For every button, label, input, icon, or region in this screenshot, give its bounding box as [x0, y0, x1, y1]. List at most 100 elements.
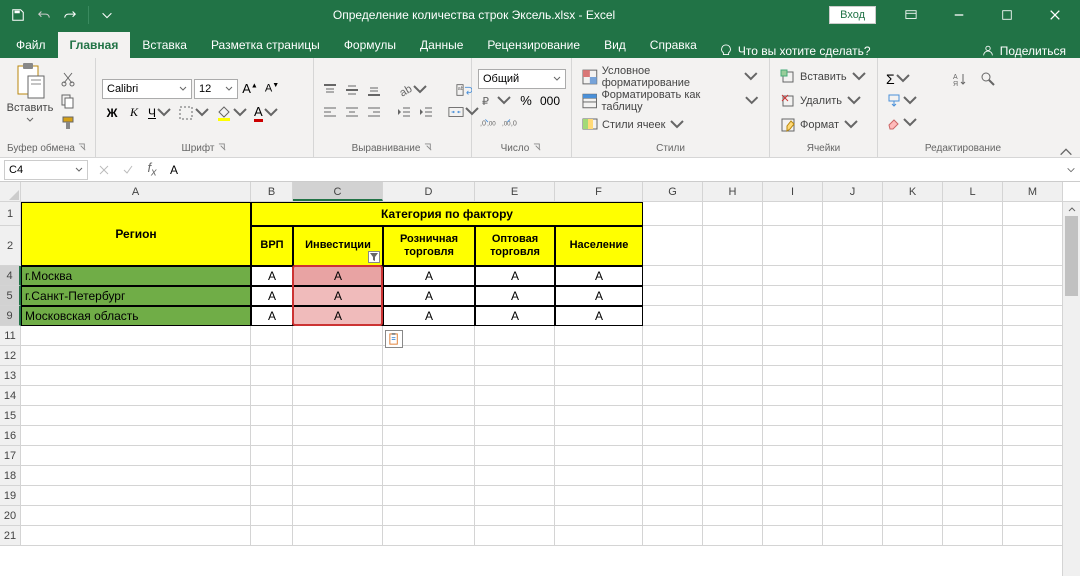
cell-K21[interactable] [883, 526, 943, 546]
col-header-L[interactable]: L [943, 182, 1003, 201]
expand-formula-bar[interactable] [1062, 165, 1080, 175]
cell-J4[interactable] [823, 266, 883, 286]
cell-A11[interactable] [21, 326, 251, 346]
minimize-button[interactable] [936, 0, 982, 30]
delete-cells-button[interactable]: Удалить [776, 90, 871, 112]
cell-M4[interactable] [1003, 266, 1063, 286]
decrease-font-button[interactable]: A▼ [262, 79, 282, 99]
cell-L12[interactable] [943, 346, 1003, 366]
cell-K16[interactable] [883, 426, 943, 446]
cell-H9[interactable] [703, 306, 763, 326]
signin-button[interactable]: Вход [829, 6, 876, 24]
row-header-9[interactable]: 9 [0, 306, 21, 326]
cell-G1[interactable] [643, 202, 703, 226]
cell-M15[interactable] [1003, 406, 1063, 426]
tell-me[interactable]: Что вы хотите сделать? [719, 44, 871, 58]
cell-G16[interactable] [643, 426, 703, 446]
cell-B14[interactable] [251, 386, 293, 406]
row-header-1[interactable]: 1 [0, 202, 21, 226]
decrease-indent-button[interactable] [394, 102, 414, 122]
increase-indent-button[interactable] [416, 102, 436, 122]
cell-K13[interactable] [883, 366, 943, 386]
cell-I1[interactable] [763, 202, 823, 226]
cell-I21[interactable] [763, 526, 823, 546]
cell-C16[interactable] [293, 426, 383, 446]
format-painter-button[interactable] [58, 113, 78, 133]
cell-E11[interactable] [475, 326, 555, 346]
cell-B20[interactable] [251, 506, 293, 526]
cell-I17[interactable] [763, 446, 823, 466]
cell-H21[interactable] [703, 526, 763, 546]
cell-D14[interactable] [383, 386, 475, 406]
copy-button[interactable] [58, 91, 78, 111]
cell-I5[interactable] [763, 286, 823, 306]
cell-F13[interactable] [555, 366, 643, 386]
col-header-I[interactable]: I [763, 182, 823, 201]
cell-H18[interactable] [703, 466, 763, 486]
cell-H5[interactable] [703, 286, 763, 306]
cell-I14[interactable] [763, 386, 823, 406]
cell-F11[interactable] [555, 326, 643, 346]
cell-I16[interactable] [763, 426, 823, 446]
cell-B17[interactable] [251, 446, 293, 466]
cancel-formula-button[interactable] [92, 164, 116, 176]
align-middle-button[interactable] [342, 80, 362, 100]
tab-page-layout[interactable]: Разметка страницы [199, 32, 332, 58]
cell-E13[interactable] [475, 366, 555, 386]
col-header-A[interactable]: A [21, 182, 251, 201]
enter-formula-button[interactable] [116, 164, 140, 176]
cell-A14[interactable] [21, 386, 251, 406]
insert-function-button[interactable]: fx [140, 160, 164, 179]
format-as-table-button[interactable]: Форматировать как таблицу [578, 90, 763, 112]
cell-F5[interactable]: А [555, 286, 643, 306]
cell-G20[interactable] [643, 506, 703, 526]
number-launcher[interactable] [532, 143, 542, 153]
collapse-ribbon-icon[interactable] [1056, 142, 1076, 162]
borders-button[interactable] [176, 103, 212, 123]
cell-F20[interactable] [555, 506, 643, 526]
cell-A18[interactable] [21, 466, 251, 486]
cell-D13[interactable] [383, 366, 475, 386]
col-header-K[interactable]: K [883, 182, 943, 201]
cell-E2[interactable]: Оптовая торговля [475, 226, 555, 266]
cell-G2[interactable] [643, 226, 703, 266]
cell-J17[interactable] [823, 446, 883, 466]
cell-M18[interactable] [1003, 466, 1063, 486]
tab-review[interactable]: Рецензирование [475, 32, 592, 58]
cell-M16[interactable] [1003, 426, 1063, 446]
tab-view[interactable]: Вид [592, 32, 638, 58]
cell-I19[interactable] [763, 486, 823, 506]
cell-E4[interactable]: А [475, 266, 555, 286]
cell-D20[interactable] [383, 506, 475, 526]
cell-D18[interactable] [383, 466, 475, 486]
cell-K9[interactable] [883, 306, 943, 326]
cell-K14[interactable] [883, 386, 943, 406]
col-header-H[interactable]: H [703, 182, 763, 201]
cell-G12[interactable] [643, 346, 703, 366]
cell-I12[interactable] [763, 346, 823, 366]
cell-E19[interactable] [475, 486, 555, 506]
cell-J13[interactable] [823, 366, 883, 386]
share-button[interactable]: Поделиться [981, 44, 1076, 58]
cell-M17[interactable] [1003, 446, 1063, 466]
col-header-D[interactable]: D [383, 182, 475, 201]
cell-K18[interactable] [883, 466, 943, 486]
cell-I15[interactable] [763, 406, 823, 426]
row-header-17[interactable]: 17 [0, 446, 21, 466]
cell-H14[interactable] [703, 386, 763, 406]
font-color-button[interactable]: А [252, 103, 281, 123]
cell-J14[interactable] [823, 386, 883, 406]
cell-E18[interactable] [475, 466, 555, 486]
cell-L20[interactable] [943, 506, 1003, 526]
row-header-12[interactable]: 12 [0, 346, 21, 366]
cell-B13[interactable] [251, 366, 293, 386]
cell-A4[interactable]: г.Москва [21, 266, 251, 286]
cell-G17[interactable] [643, 446, 703, 466]
cell-C13[interactable] [293, 366, 383, 386]
underline-button[interactable]: Ч [146, 103, 174, 123]
cell-K17[interactable] [883, 446, 943, 466]
cell-H2[interactable] [703, 226, 763, 266]
comma-button[interactable]: 000 [538, 91, 562, 111]
orientation-button[interactable]: ab [394, 80, 430, 100]
cell-F19[interactable] [555, 486, 643, 506]
